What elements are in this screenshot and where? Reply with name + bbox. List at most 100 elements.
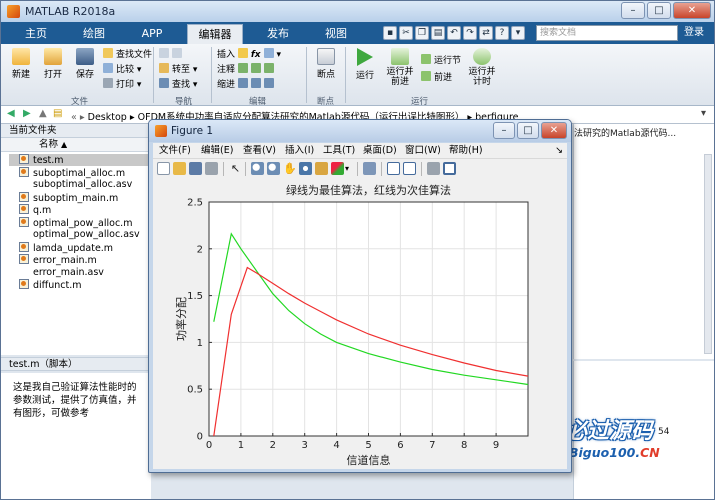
list-item[interactable]: suboptim_main.m [19, 191, 118, 204]
figure-minimize-button[interactable]: – [493, 122, 515, 139]
fx-icon[interactable]: fx [251, 50, 261, 60]
colorbar-icon[interactable] [387, 162, 400, 175]
line-chart[interactable]: 0 1 2 3 4 5 6 7 8 9 0 0.5 1 1.5 2 2.5 绿线为最佳算法，红线为次佳算法信道信… [153, 178, 567, 469]
print-figure-icon[interactable] [205, 162, 218, 175]
list-item[interactable]: test.m [9, 154, 151, 166]
tab-view[interactable]: 视图 [313, 24, 359, 44]
maximize-button[interactable]: □ [647, 2, 671, 19]
tab-plots[interactable]: 绘图 [71, 24, 117, 44]
search-documentation-input[interactable]: 搜索文档 [536, 25, 678, 41]
insert-button[interactable]: 插入 fx ▾ [217, 48, 281, 61]
menu-desktop[interactable]: 桌面(D) [363, 143, 397, 158]
find-button[interactable]: 查找 ▾ [159, 78, 197, 91]
run-and-time-button[interactable]: 运行并计时 [465, 48, 499, 87]
menu-view[interactable]: 查看(V) [243, 143, 276, 158]
comment-icon [237, 63, 248, 73]
tab-home[interactable]: 主页 [13, 24, 59, 44]
close-button[interactable]: ✕ [673, 2, 711, 19]
matlab-logo-icon [7, 5, 20, 18]
figure-maximize-button[interactable]: □ [517, 122, 539, 139]
list-item[interactable]: lamda_update.m [19, 241, 113, 254]
list-item[interactable]: suboptimal_alloc.m [19, 166, 125, 179]
pan-hand-icon[interactable]: ✋ [283, 162, 297, 175]
brush-dropdown-icon[interactable]: ▾ [345, 162, 353, 175]
menu-window[interactable]: 窗口(W) [405, 143, 441, 158]
up-folder-icon[interactable]: ▲ [39, 108, 47, 119]
comment-button[interactable]: 注释 [217, 63, 277, 76]
login-button[interactable]: 登录 [684, 25, 704, 41]
link-plot-icon[interactable] [363, 162, 376, 175]
minimize-button[interactable]: – [621, 2, 645, 19]
editor-background-panel: 法研究的Matlab源代码... [573, 124, 714, 359]
list-item[interactable]: diffunct.m [19, 279, 81, 291]
name-column-header[interactable]: 名称 ▲ [1, 138, 151, 152]
list-item[interactable]: optimal_pow_alloc.m [19, 216, 132, 229]
y-tick-label: 0 [197, 432, 203, 443]
tab-apps[interactable]: APP [129, 24, 175, 44]
breakpoints-button[interactable]: 断点 [311, 48, 341, 80]
menu-file[interactable]: 文件(F) [159, 143, 191, 158]
quick-access-cut-icon[interactable]: ✂ [399, 26, 413, 40]
save-button[interactable]: 保存 [71, 48, 99, 80]
zoom-out-icon[interactable] [267, 162, 280, 175]
back-arrow-icon[interactable]: ◀ [7, 108, 15, 119]
brush-icon[interactable] [331, 162, 344, 175]
quick-access-redo-icon[interactable]: ↷ [463, 26, 477, 40]
menu-edit[interactable]: 编辑(E) [201, 143, 233, 158]
run-advance-button[interactable]: 运行并前进 [383, 48, 417, 87]
new-file-icon [12, 48, 30, 65]
new-button[interactable]: 新建 [7, 48, 35, 80]
compare-button[interactable]: 比较 ▾ [103, 63, 141, 76]
nav-back-forward[interactable] [159, 48, 185, 61]
chart-title: 绿线为最佳算法，红线为次佳算法 [286, 183, 451, 197]
menu-insert[interactable]: 插入(I) [285, 143, 314, 158]
forward-arrow-icon[interactable]: ▶ [23, 108, 31, 119]
quick-access-paste-icon[interactable]: ▤ [431, 26, 445, 40]
hide-tools-icon[interactable] [427, 162, 440, 175]
open-file-icon[interactable] [173, 162, 186, 175]
crumb-desktop[interactable]: Desktop [88, 112, 127, 123]
quick-access-copy-icon[interactable]: ❐ [415, 26, 429, 40]
quick-access-save-icon[interactable]: ▪ [383, 26, 397, 40]
list-item[interactable]: error_main.m [19, 254, 97, 266]
quick-access-help-icon[interactable]: ? [495, 26, 509, 40]
figure-title-bar[interactable]: Figure 1 – □ ✕ [149, 120, 571, 142]
menu-dock-arrow-icon[interactable]: ↘ [555, 143, 563, 158]
tab-publish[interactable]: 发布 [255, 24, 301, 44]
menu-help[interactable]: 帮助(H) [449, 143, 483, 158]
x-tick-label: 9 [493, 440, 499, 451]
run-section-button[interactable]: 运行节 [421, 54, 461, 67]
browse-folder-icon[interactable]: ▤ [53, 108, 62, 119]
quick-access-menu-icon[interactable]: ▾ [511, 26, 525, 40]
zoom-in-icon[interactable] [251, 162, 264, 175]
list-item[interactable]: error_main.asv [19, 267, 104, 279]
find-files-button[interactable]: 查找文件 [103, 48, 152, 61]
figure-menu-bar: 文件(F) 编辑(E) 查看(V) 插入(I) 工具(T) 桌面(D) 窗口(W… [153, 143, 567, 158]
show-tools-icon[interactable] [443, 162, 456, 175]
print-button[interactable]: 打印 ▾ [103, 78, 141, 91]
y-axis-label: 功率分配 [174, 297, 188, 341]
menu-tools[interactable]: 工具(T) [323, 143, 355, 158]
advance-button[interactable]: 前进 [421, 71, 452, 84]
open-button[interactable]: 打开 [39, 48, 67, 80]
address-dropdown-icon[interactable]: ▾ [701, 108, 706, 119]
goto-button[interactable]: 转至 ▾ [159, 63, 197, 76]
run-button[interactable]: 运行 [351, 48, 379, 81]
new-figure-icon[interactable] [157, 162, 170, 175]
quick-access-switch-icon[interactable]: ⇄ [479, 26, 493, 40]
details-pane: 这是我自己验证算法性能时的参数测试，提供了仿真值，并有图形，可做参考 [1, 373, 151, 499]
figure-close-button[interactable]: ✕ [541, 122, 567, 139]
list-item[interactable]: suboptimal_alloc.asv [19, 179, 132, 191]
tab-editor[interactable]: 编辑器 [187, 24, 243, 44]
data-cursor-icon[interactable] [315, 162, 328, 175]
save-figure-icon[interactable] [189, 162, 202, 175]
list-item[interactable]: q.m [19, 204, 51, 216]
legend-icon[interactable] [403, 162, 416, 175]
rotate-3d-icon[interactable] [299, 162, 312, 175]
list-item[interactable]: optimal_pow_alloc.asv [19, 229, 140, 241]
file-browser: 名称 ▲ test.m suboptimal_alloc.m suboptima… [1, 138, 151, 355]
quick-access-undo-icon[interactable]: ↶ [447, 26, 461, 40]
pointer-arrow-icon[interactable]: ↖ [229, 162, 242, 175]
indent-button[interactable]: 缩进 [217, 78, 277, 91]
vertical-scrollbar[interactable] [704, 154, 712, 354]
